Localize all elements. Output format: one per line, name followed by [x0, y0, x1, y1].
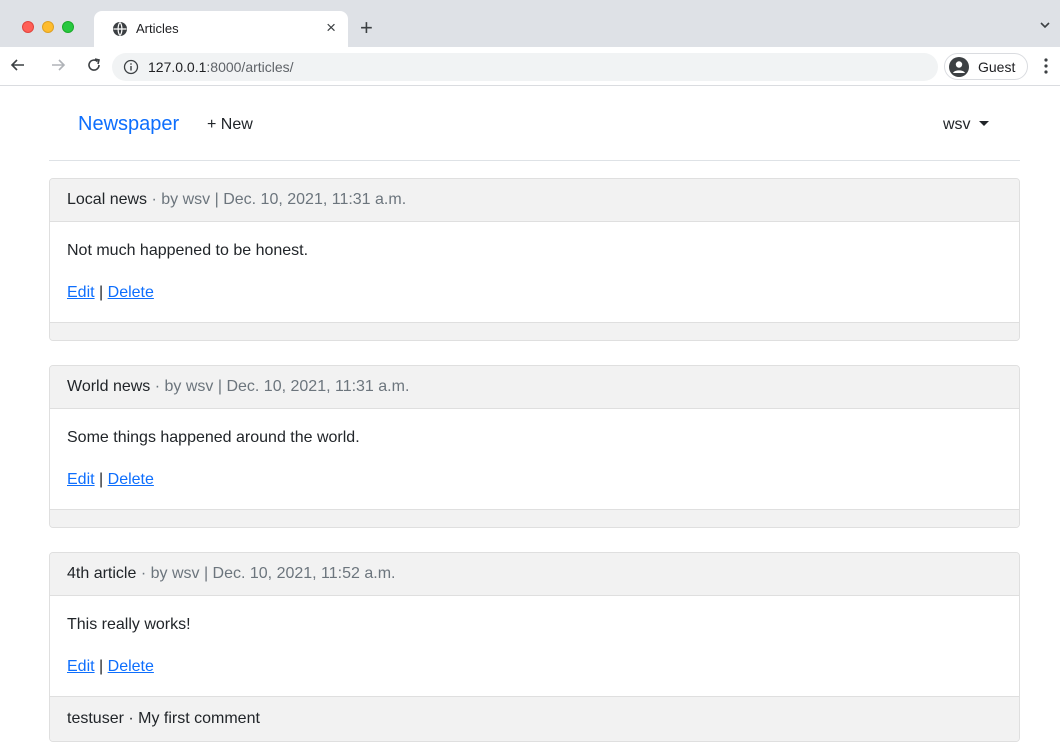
edit-link[interactable]: Edit [67, 658, 95, 675]
back-arrow-icon[interactable] [8, 55, 28, 75]
browser-toolbar: 127.0.0.1:8000/articles/ Guest [0, 47, 1060, 86]
browser-tab-articles[interactable]: Articles × [94, 11, 348, 47]
url-host: 127.0.0.1 [148, 59, 207, 75]
more-menu-icon[interactable] [1040, 56, 1052, 76]
new-article-link[interactable]: + New [207, 116, 253, 134]
profile-button[interactable]: Guest [944, 53, 1028, 80]
article-title: Local news [67, 191, 148, 208]
article-header: World news · by wsv | Dec. 10, 2021, 11:… [50, 366, 1019, 409]
article-text: Some things happened around the world. [67, 429, 360, 446]
caret-down-icon [978, 121, 989, 126]
article-header: 4th article · by wsv | Dec. 10, 2021, 11… [50, 553, 1019, 596]
article-body: Not much happened to be honest. Edit | D… [50, 222, 1019, 322]
article-card: Local news · by wsv | Dec. 10, 2021, 11:… [49, 178, 1020, 341]
globe-icon [113, 22, 127, 36]
edit-link[interactable]: Edit [67, 471, 95, 488]
article-meta: · by wsv | Dec. 10, 2021, 11:31 a.m. [150, 378, 410, 395]
window-minimize-button[interactable] [42, 21, 54, 33]
action-separator: | [99, 284, 104, 301]
article-comments-footer [50, 509, 1019, 527]
url-path: :8000/articles/ [206, 59, 294, 75]
address-bar[interactable]: 127.0.0.1:8000/articles/ [112, 53, 938, 81]
profile-avatar-icon [949, 57, 969, 77]
browser-tabstrip: Articles × + [0, 0, 1060, 47]
article-text: Not much happened to be honest. [67, 242, 309, 259]
window-close-button[interactable] [22, 21, 34, 33]
article-text: This really works! [67, 616, 191, 633]
article-title: 4th article [67, 565, 137, 582]
delete-link[interactable]: Delete [108, 471, 154, 488]
article-card: 4th article · by wsv | Dec. 10, 2021, 11… [49, 552, 1020, 742]
delete-link[interactable]: Delete [108, 658, 154, 675]
reload-icon[interactable] [84, 55, 104, 75]
profile-label: Guest [978, 59, 1016, 75]
user-dropdown[interactable]: wsv [943, 116, 989, 134]
brand-link[interactable]: Newspaper [78, 113, 179, 136]
article-card: World news · by wsv | Dec. 10, 2021, 11:… [49, 365, 1020, 528]
article-comments-footer: testuser · My first comment [50, 696, 1019, 741]
new-tab-button[interactable]: + [360, 16, 373, 40]
comment-item: testuser · My first comment [67, 710, 260, 727]
article-actions: Edit | Delete [67, 658, 154, 676]
tab-close-icon[interactable]: × [326, 18, 336, 38]
url-text[interactable]: 127.0.0.1:8000/articles/ [148, 59, 294, 75]
action-separator: | [99, 658, 104, 675]
article-title: World news [67, 378, 151, 395]
site-navbar: Newspaper + New wsv [49, 87, 1020, 161]
article-meta: · by wsv | Dec. 10, 2021, 11:31 a.m. [147, 191, 407, 208]
action-separator: | [99, 471, 104, 488]
article-comments-footer [50, 322, 1019, 340]
tab-title: Articles [136, 21, 179, 36]
article-meta: · by wsv | Dec. 10, 2021, 11:52 a.m. [136, 565, 396, 582]
window-maximize-button[interactable] [62, 21, 74, 33]
delete-link[interactable]: Delete [108, 284, 154, 301]
article-actions: Edit | Delete [67, 284, 154, 302]
page-content: Newspaper + New wsv Local news · by wsv … [0, 87, 1060, 752]
tab-search-chevron-icon[interactable] [1038, 18, 1052, 32]
edit-link[interactable]: Edit [67, 284, 95, 301]
forward-arrow-icon[interactable] [48, 55, 68, 75]
article-actions: Edit | Delete [67, 471, 154, 489]
article-header: Local news · by wsv | Dec. 10, 2021, 11:… [50, 179, 1019, 222]
article-body: This really works! Edit | Delete [50, 596, 1019, 696]
user-name: wsv [943, 116, 971, 133]
article-body: Some things happened around the world. E… [50, 409, 1019, 509]
info-icon[interactable] [123, 59, 139, 75]
